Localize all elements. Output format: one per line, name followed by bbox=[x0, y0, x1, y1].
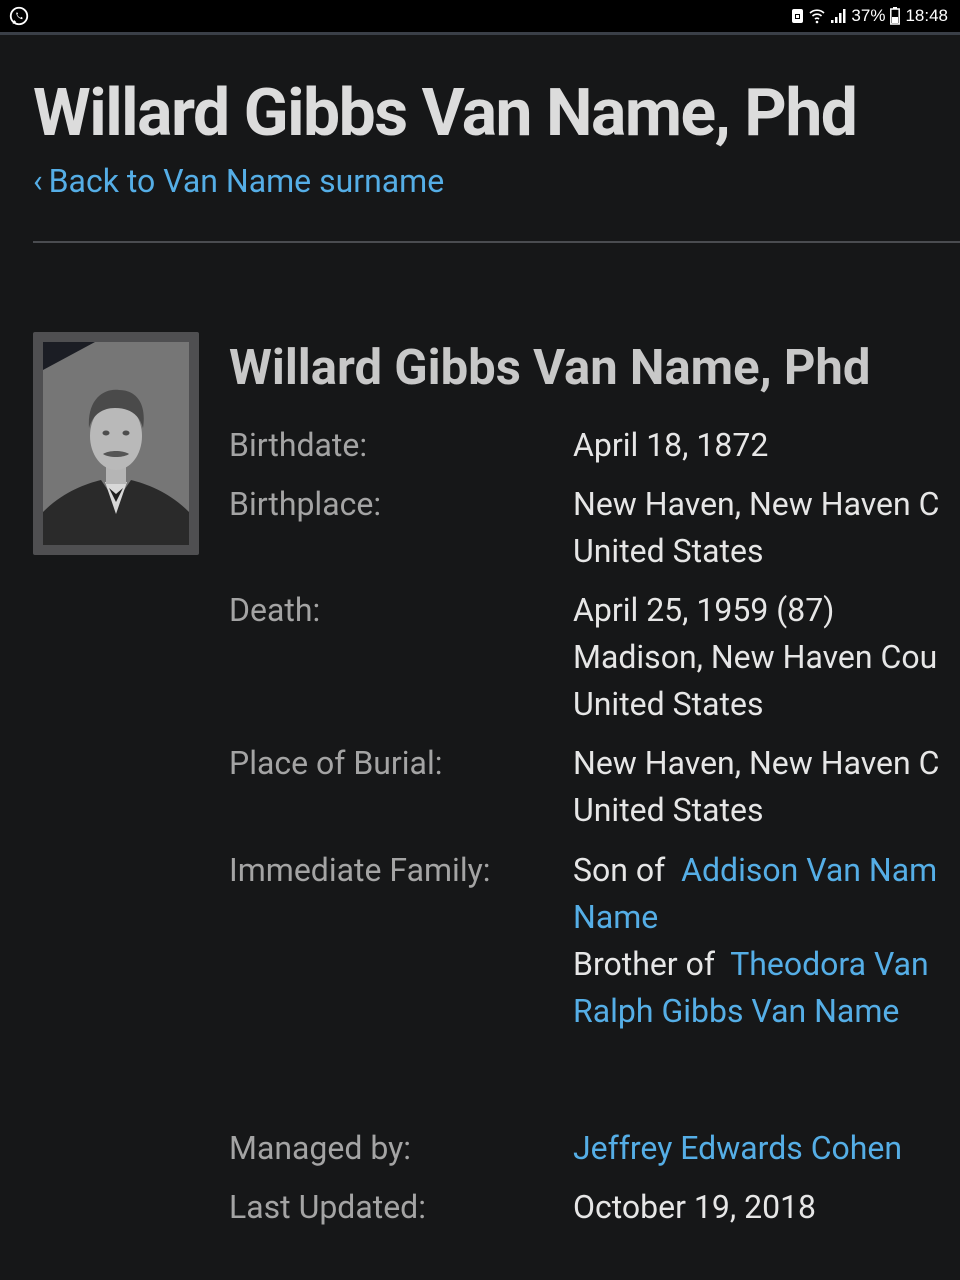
sibling-link-ralph[interactable]: Ralph Gibbs Van Name bbox=[573, 988, 937, 1035]
son-of-prefix: Son of bbox=[573, 851, 666, 889]
burial-value: New Haven, New Haven C United States bbox=[573, 740, 939, 834]
burial-label: Place of Burial: bbox=[229, 744, 443, 782]
son-of-line: Son of Addison Van Nam bbox=[573, 847, 937, 894]
sibling-link-theodora[interactable]: Theodora Van bbox=[730, 945, 929, 983]
profile-details: Birthdate: April 18, 1872 Birthplace: Ne… bbox=[229, 0, 960, 1280]
manager-link[interactable]: Jeffrey Edwards Cohen bbox=[573, 1125, 902, 1172]
immediate-family-label: Immediate Family: bbox=[229, 851, 491, 889]
burial-line-1: New Haven, New Haven C bbox=[573, 744, 940, 782]
whatsapp-icon bbox=[9, 6, 29, 26]
birthplace-value: New Haven, New Haven C United States bbox=[573, 481, 939, 575]
portrait-image bbox=[43, 342, 189, 545]
birthplace-label: Birthplace: bbox=[229, 485, 382, 523]
birthplace-line-1: New Haven, New Haven C bbox=[573, 485, 940, 523]
brother-of-line: Brother of Theodora Van bbox=[573, 941, 937, 988]
birthplace-line-2: United States bbox=[573, 532, 764, 570]
father-link[interactable]: Addison Van Nam bbox=[681, 851, 937, 889]
brother-of-prefix: Brother of bbox=[573, 945, 715, 983]
immediate-family-value: Son of Addison Van Nam Name Brother of T… bbox=[573, 847, 937, 1035]
death-date: April 25, 1959 (87) bbox=[573, 591, 835, 629]
managed-by-label: Managed by: bbox=[229, 1129, 412, 1167]
birthdate-label: Birthdate: bbox=[229, 426, 368, 464]
profile-photo[interactable] bbox=[33, 332, 199, 555]
chevron-left-icon: ‹ bbox=[33, 162, 43, 200]
death-place-line-1: Madison, New Haven Cou bbox=[573, 638, 938, 676]
death-label: Death: bbox=[229, 591, 321, 629]
last-updated-label: Last Updated: bbox=[229, 1188, 426, 1226]
mother-link[interactable]: Name bbox=[573, 894, 937, 941]
last-updated-value: October 19, 2018 bbox=[573, 1188, 817, 1226]
death-value: April 25, 1959 (87) Madison, New Haven C… bbox=[573, 587, 937, 728]
burial-line-2: United States bbox=[573, 791, 764, 829]
birthdate-value: April 18, 1872 bbox=[573, 426, 769, 464]
death-place-line-2: United States bbox=[573, 685, 764, 723]
